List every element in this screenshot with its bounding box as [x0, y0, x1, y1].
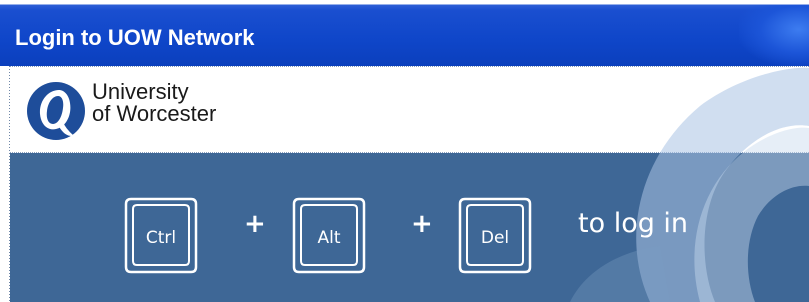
title-bar-corner-decoration — [739, 5, 809, 66]
title-bar[interactable]: Login to UOW Network — [0, 0, 809, 66]
login-dialog-window: Login to UOW Network University of Worce… — [0, 0, 809, 302]
ctrl-key-label: Ctrl — [145, 228, 177, 248]
alt-key-label: Alt — [317, 228, 341, 248]
del-key-label: Del — [480, 228, 510, 248]
university-name-line-1: University — [92, 79, 189, 104]
key-combination-row: Ctrl + Alt + Del to log in — [10, 153, 809, 302]
logo-band: University of Worcester — [10, 66, 809, 153]
ctrl-key: Ctrl — [123, 195, 199, 275]
login-instruction: to log in — [578, 208, 689, 239]
del-key: Del — [457, 195, 533, 275]
university-name-line-2: of Worcester — [92, 101, 217, 126]
alt-key: Alt — [291, 195, 367, 275]
window-title: Login to UOW Network — [15, 25, 255, 50]
plus-sign-2: + — [411, 209, 433, 239]
plus-sign-1: + — [244, 209, 266, 239]
university-of-worcester-logo-icon — [27, 82, 85, 140]
login-banner: University of Worcester Ctrl + Alt + Del… — [10, 66, 809, 302]
university-name: University of Worcester — [92, 81, 216, 125]
window-left-border — [0, 66, 10, 302]
